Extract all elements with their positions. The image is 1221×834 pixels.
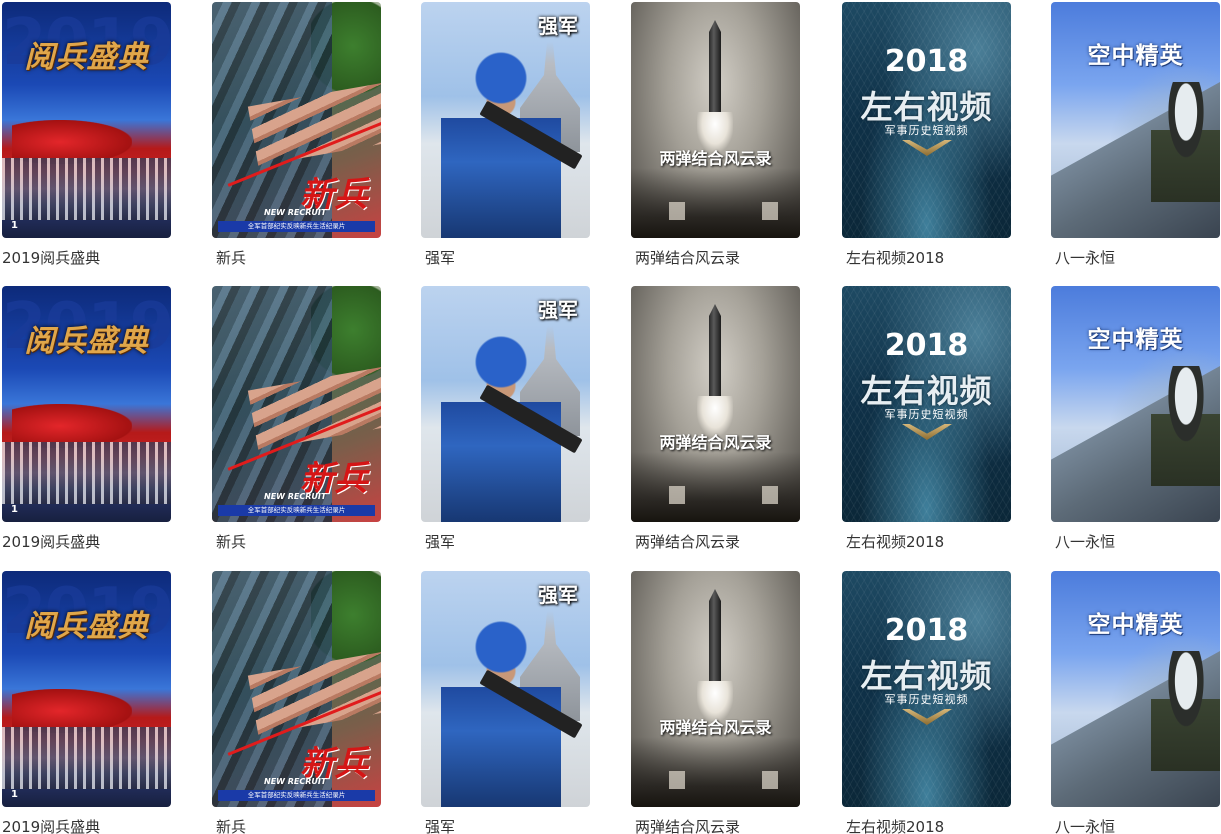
video-card-bayi[interactable]: 空中精英 八一永恒 (1051, 571, 1221, 834)
poster-subtitle: 军事历史短视频 (884, 693, 969, 706)
poster-subtitle: 军事历史短视频 (884, 124, 969, 137)
poster-bombs[interactable]: 两弹结合风云录 (631, 286, 800, 522)
poster-year: 2018 (884, 328, 969, 363)
episode-badge: 1 (11, 789, 18, 800)
video-card-recruit[interactable]: 新兵 NEW RECRUIT 全军首部纪实反映新兵生活纪录片 新兵 (212, 571, 422, 834)
video-title[interactable]: 2019阅兵盛典 (2, 248, 100, 268)
video-card-parade[interactable]: 2019 阅兵盛典 1 2019阅兵盛典 (2, 286, 212, 554)
video-title[interactable]: 2019阅兵盛典 (2, 817, 100, 834)
poster-caption: 全军首部纪实反映新兵生活纪录片 (218, 790, 375, 801)
poster-year: 2018 (884, 44, 969, 79)
troops-graphic (2, 727, 171, 789)
poster-strong[interactable]: 强军 (421, 286, 590, 522)
poster-parade[interactable]: 2019 阅兵盛典 1 (2, 286, 171, 522)
episode-badge: 1 (11, 504, 18, 515)
poster-recruit[interactable]: 新兵 NEW RECRUIT 全军首部纪实反映新兵生活纪录片 (212, 2, 381, 238)
poster-title: 空中精英 (1087, 327, 1184, 353)
poster-title: 强军 (538, 583, 578, 607)
video-title[interactable]: 新兵 (216, 817, 246, 834)
building-graphic (762, 486, 778, 504)
poster-video2018[interactable]: 2018 左右视频 军事历史短视频 (842, 286, 1011, 522)
video-title[interactable]: 两弹结合风云录 (635, 248, 740, 268)
video-card-recruit[interactable]: 新兵 NEW RECRUIT 全军首部纪实反映新兵生活纪录片 新兵 (212, 286, 422, 554)
video-card-video2018[interactable]: 2018 左右视频 军事历史短视频 左右视频2018 (842, 286, 1052, 554)
video-title[interactable]: 左右视频2018 (846, 532, 944, 552)
poster-air[interactable]: 空中精英 (1051, 571, 1220, 807)
poster-title: 两弹结合风云录 (659, 149, 772, 168)
rocket-graphic (709, 20, 721, 120)
poster-title: 强军 (538, 298, 578, 322)
poster-subtitle: NEW RECRUIT (264, 777, 327, 786)
troops-graphic (2, 442, 171, 504)
pilot-graphic (1151, 82, 1220, 202)
building-graphic (669, 486, 685, 504)
video-title[interactable]: 左右视频2018 (846, 248, 944, 268)
pilot-graphic (1151, 366, 1220, 486)
poster-title: 两弹结合风云录 (659, 718, 772, 737)
poster-parade[interactable]: 2019 阅兵盛典 1 (2, 571, 171, 807)
video-title[interactable]: 八一永恒 (1055, 248, 1115, 268)
poster-air[interactable]: 空中精英 (1051, 286, 1220, 522)
poster-bombs[interactable]: 两弹结合风云录 (631, 571, 800, 807)
video-title[interactable]: 新兵 (216, 248, 246, 268)
poster-title: 空中精英 (1087, 612, 1184, 638)
video-card-strong[interactable]: 强军 强军 (421, 571, 631, 834)
video-title[interactable]: 2019阅兵盛典 (2, 532, 100, 552)
video-card-recruit[interactable]: 新兵 NEW RECRUIT 全军首部纪实反映新兵生活纪录片 新兵 (212, 2, 422, 270)
video-title[interactable]: 左右视频2018 (846, 817, 944, 834)
rocket-graphic (709, 589, 721, 689)
poster-air[interactable]: 空中精英 (1051, 2, 1220, 238)
pilot-graphic (1151, 651, 1220, 771)
video-card-bayi[interactable]: 空中精英 八一永恒 (1051, 2, 1221, 270)
building-graphic (669, 771, 685, 789)
video-grid: 2019 阅兵盛典 1 2019阅兵盛典 新兵 NEW RECRUIT 全军首部… (0, 0, 1221, 834)
poster-subtitle: NEW RECRUIT (264, 492, 327, 501)
building-graphic (762, 771, 778, 789)
video-card-bombs[interactable]: 两弹结合风云录 两弹结合风云录 (631, 571, 841, 834)
video-card-video2018[interactable]: 2018 左右视频 军事历史短视频 左右视频2018 (842, 2, 1052, 270)
video-card-bayi[interactable]: 空中精英 八一永恒 (1051, 286, 1221, 554)
troops-graphic (2, 158, 171, 220)
poster-title: 两弹结合风云录 (659, 433, 772, 452)
video-title[interactable]: 强军 (425, 248, 455, 268)
poster-title: 阅兵盛典 (24, 609, 149, 644)
poster-subtitle: 军事历史短视频 (884, 408, 969, 421)
poster-bombs[interactable]: 两弹结合风云录 (631, 2, 800, 238)
video-title[interactable]: 新兵 (216, 532, 246, 552)
video-title[interactable]: 两弹结合风云录 (635, 532, 740, 552)
video-title[interactable]: 强军 (425, 817, 455, 834)
poster-caption: 全军首部纪实反映新兵生活纪录片 (218, 505, 375, 516)
video-card-video2018[interactable]: 2018 左右视频 军事历史短视频 左右视频2018 (842, 571, 1052, 834)
video-card-bombs[interactable]: 两弹结合风云录 两弹结合风云录 (631, 2, 841, 270)
building-graphic (762, 202, 778, 220)
poster-recruit[interactable]: 新兵 NEW RECRUIT 全军首部纪实反映新兵生活纪录片 (212, 571, 381, 807)
poster-title: 空中精英 (1087, 43, 1184, 69)
poster-subtitle: NEW RECRUIT (264, 208, 327, 217)
video-card-parade[interactable]: 2019 阅兵盛典 1 2019阅兵盛典 (2, 571, 212, 834)
building-graphic (669, 202, 685, 220)
episode-badge: 1 (11, 220, 18, 231)
video-title[interactable]: 两弹结合风云录 (635, 817, 740, 834)
poster-title: 阅兵盛典 (24, 324, 149, 359)
video-title[interactable]: 八一永恒 (1055, 817, 1115, 834)
poster-recruit[interactable]: 新兵 NEW RECRUIT 全军首部纪实反映新兵生活纪录片 (212, 286, 381, 522)
poster-year: 2018 (884, 613, 969, 648)
video-card-strong[interactable]: 强军 强军 (421, 2, 631, 270)
video-title[interactable]: 强军 (425, 532, 455, 552)
video-card-parade[interactable]: 2019 阅兵盛典 1 2019阅兵盛典 (2, 2, 212, 270)
poster-strong[interactable]: 强军 (421, 571, 590, 807)
poster-video2018[interactable]: 2018 左右视频 军事历史短视频 (842, 2, 1011, 238)
video-title[interactable]: 八一永恒 (1055, 532, 1115, 552)
poster-video2018[interactable]: 2018 左右视频 军事历史短视频 (842, 571, 1011, 807)
poster-parade[interactable]: 2019 阅兵盛典 1 (2, 2, 171, 238)
poster-title: 强军 (538, 14, 578, 38)
rocket-graphic (709, 304, 721, 404)
video-card-bombs[interactable]: 两弹结合风云录 两弹结合风云录 (631, 286, 841, 554)
poster-title: 阅兵盛典 (24, 40, 149, 75)
poster-strong[interactable]: 强军 (421, 2, 590, 238)
poster-caption: 全军首部纪实反映新兵生活纪录片 (218, 221, 375, 232)
video-card-strong[interactable]: 强军 强军 (421, 286, 631, 554)
